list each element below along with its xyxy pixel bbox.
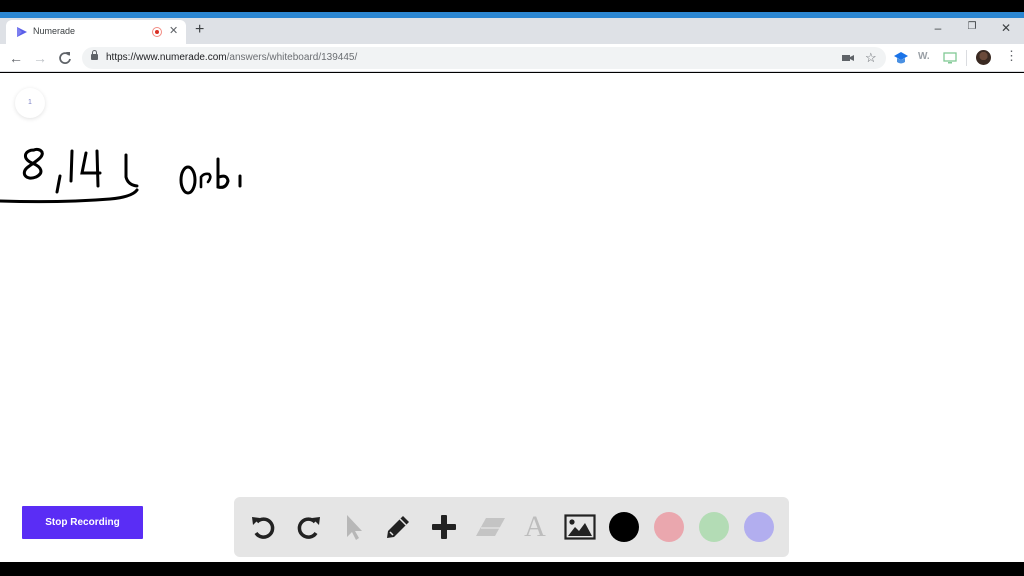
profile-avatar[interactable] <box>976 50 991 65</box>
color-swatch-lavender[interactable] <box>744 512 774 542</box>
ink-comma <box>55 174 62 194</box>
url-text[interactable]: https://www.numerade.com/answers/whitebo… <box>106 52 357 63</box>
forward-button[interactable]: → <box>31 49 49 67</box>
redo-button[interactable] <box>293 511 325 543</box>
screen: Numerade ✕ + – ❐ ✕ ← → https://www.numer… <box>0 0 1024 576</box>
bottom-letterbox <box>0 562 1024 576</box>
graduation-cap-icon[interactable] <box>894 52 908 64</box>
pen-tool-button[interactable] <box>382 511 414 543</box>
stop-recording-button[interactable]: Stop Recording <box>22 506 143 539</box>
close-window-button[interactable]: ✕ <box>996 21 1016 35</box>
ink-letter-b <box>216 157 230 189</box>
eraser-tool-button[interactable] <box>474 511 506 543</box>
color-swatch-black[interactable] <box>609 512 639 542</box>
minimize-button[interactable]: – <box>928 21 948 35</box>
color-swatch-pink[interactable] <box>654 512 684 542</box>
plus-icon <box>432 515 456 539</box>
text-a-icon: A <box>524 510 546 543</box>
add-shape-button[interactable] <box>428 511 460 543</box>
back-button[interactable]: ← <box>7 49 25 67</box>
ink-letter-r <box>199 172 212 189</box>
bookmark-star-icon[interactable]: ☆ <box>865 50 877 66</box>
whiteboard-toolbar: A <box>234 497 789 557</box>
camera-icon[interactable] <box>842 53 854 63</box>
undo-icon <box>252 517 275 539</box>
ink-digit-1 <box>69 149 74 183</box>
ink-digit-8 <box>22 147 44 180</box>
reload-button[interactable] <box>56 49 74 67</box>
whiteboard-canvas[interactable]: 1 Stop Recording A <box>0 73 1024 562</box>
new-tab-button[interactable]: + <box>195 21 204 39</box>
eraser-icon <box>476 518 505 536</box>
text-tool-button[interactable]: A <box>519 510 551 543</box>
monitor-icon[interactable] <box>943 52 957 64</box>
color-swatch-green[interactable] <box>699 512 729 542</box>
ink-digit-4 <box>80 149 102 188</box>
tab-title: Numerade <box>33 26 76 36</box>
tab-bar: Numerade ✕ + – ❐ ✕ <box>0 18 1024 44</box>
recording-indicator-icon <box>152 27 162 37</box>
tab-close-button[interactable]: ✕ <box>169 24 178 37</box>
address-bar[interactable]: https://www.numerade.com/answers/whitebo… <box>82 47 886 69</box>
ink-bracket <box>124 153 139 188</box>
image-tool-button[interactable] <box>564 511 596 543</box>
browser-toolbar: ← → https://www.numerade.com/answers/whi… <box>0 44 1024 72</box>
lock-icon <box>91 50 98 60</box>
url-path: /answers/whiteboard/139445/ <box>226 52 358 63</box>
top-letterbox <box>0 0 1024 12</box>
url-host: https://www.numerade.com <box>106 52 227 63</box>
cursor-arrow-icon <box>347 515 362 540</box>
ink-letter-o <box>179 165 197 195</box>
restore-button[interactable]: ❐ <box>962 21 982 32</box>
redo-icon <box>297 517 320 539</box>
undo-button[interactable] <box>247 511 279 543</box>
w-extension-icon[interactable]: W. <box>918 51 930 62</box>
pencil-icon <box>387 516 409 538</box>
select-tool-button[interactable] <box>337 511 369 543</box>
numerade-logo-icon <box>17 27 27 37</box>
toolbar-divider <box>966 50 967 66</box>
kebab-menu-icon[interactable]: ⋮ <box>1005 49 1018 63</box>
tab-numerade[interactable]: Numerade ✕ <box>6 20 186 44</box>
ink-underline <box>0 188 139 204</box>
image-icon <box>564 514 596 540</box>
handwriting-ink <box>0 147 242 204</box>
